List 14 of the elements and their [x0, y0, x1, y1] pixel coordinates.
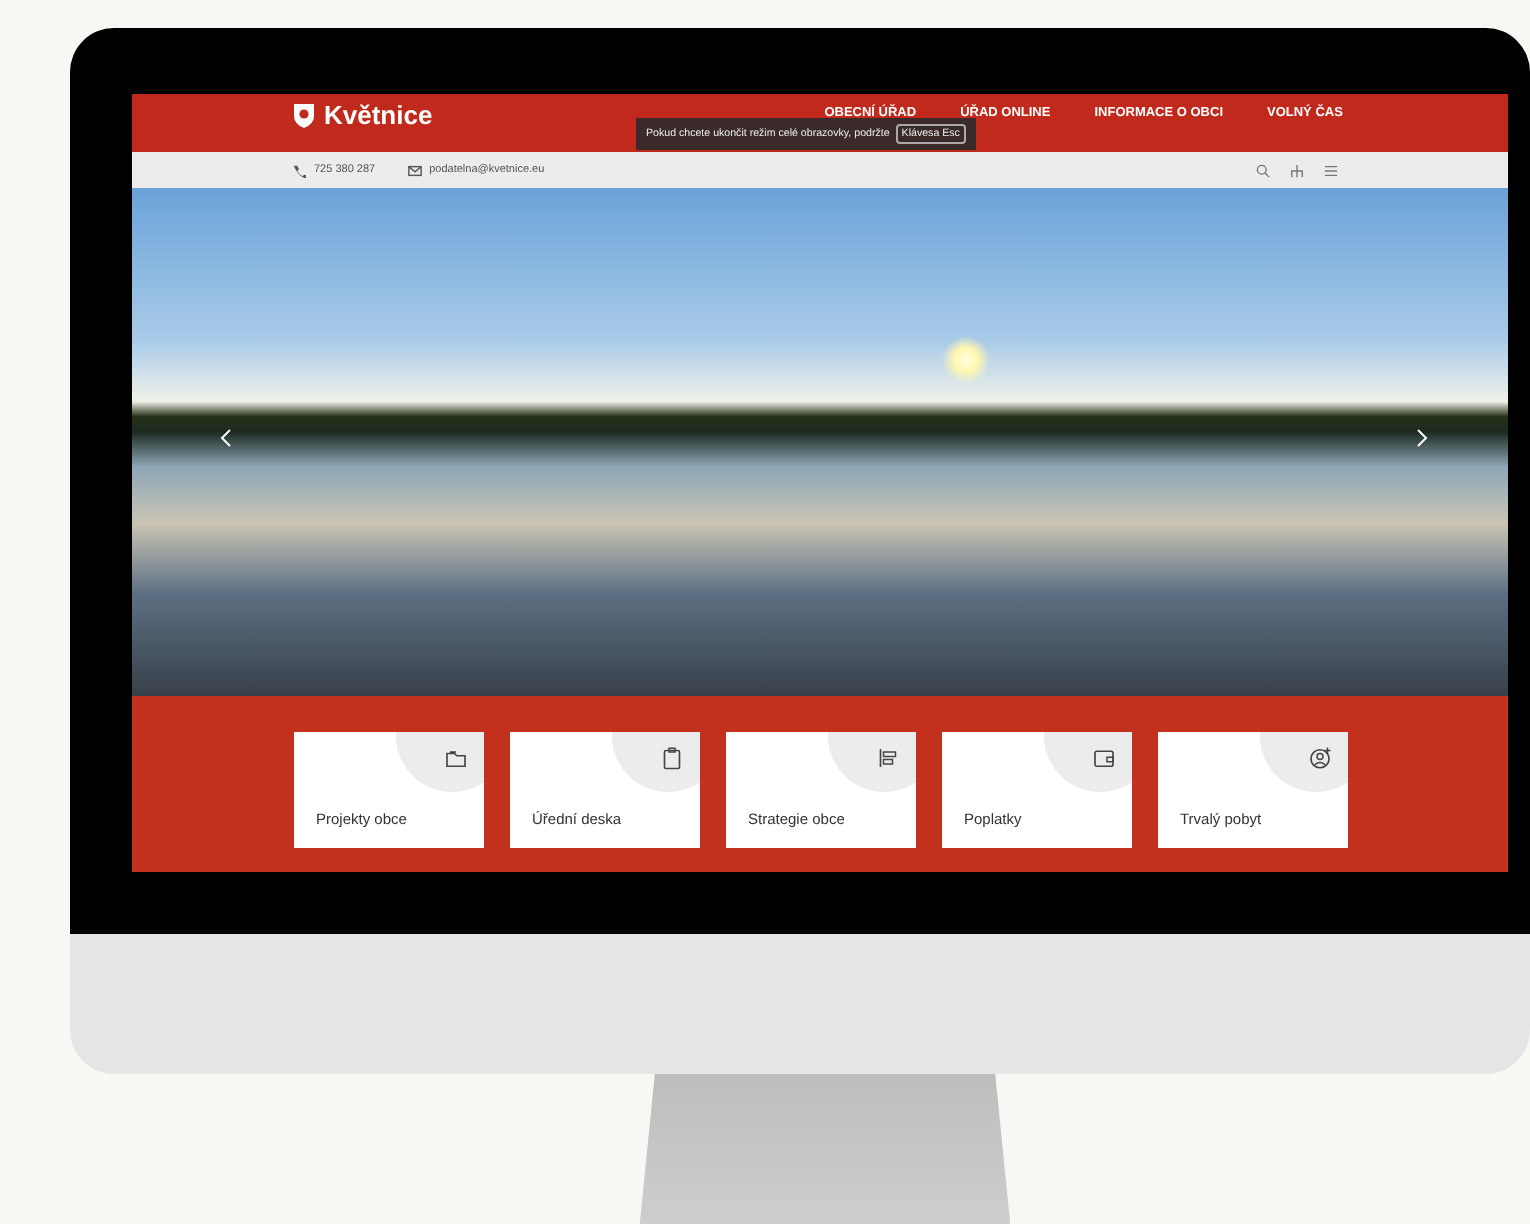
chevron-right-icon[interactable] [1416, 428, 1428, 448]
bars-icon [876, 746, 900, 770]
search-icon[interactable] [1256, 163, 1270, 177]
user-icon [1308, 746, 1332, 770]
wallet-icon [1092, 746, 1116, 770]
phone-icon [292, 163, 306, 177]
menu-icon[interactable] [1324, 163, 1338, 177]
envelope-icon [407, 163, 422, 177]
folder-icon [444, 746, 468, 770]
chevron-left-icon[interactable] [220, 428, 232, 448]
shield-logo-icon [292, 102, 316, 128]
sitemap-icon[interactable] [1290, 163, 1304, 177]
site-logo-text[interactable]: Květnice [324, 100, 433, 130]
clipboard-icon [660, 746, 684, 770]
